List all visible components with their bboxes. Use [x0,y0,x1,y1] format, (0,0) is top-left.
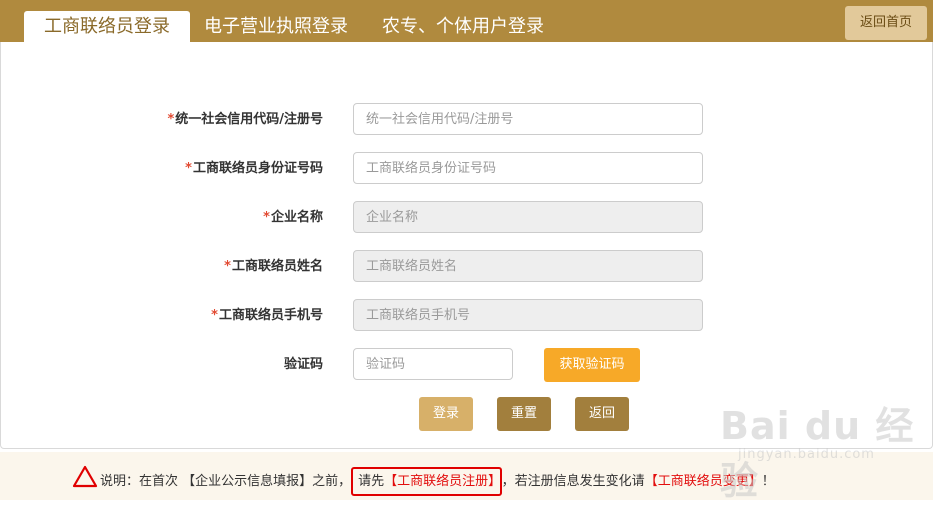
notice-text: 说明：在首次 【企业公示信息填报】之前， 请先【工商联络员注册】 ，若注册信息发生变… [100,467,775,496]
register-highlight-box: 请先【工商联络员注册】 [351,467,502,496]
form-row-captcha: 验证码 获取验证码 [0,348,933,382]
tab-liaison-login[interactable]: 工商联络员登录 [24,11,190,42]
form-row-id-number: *工商联络员身份证号码 [0,152,933,186]
credit-code-label: *统一社会信用代码/注册号 [167,103,323,137]
reset-button[interactable]: 重置 [497,397,551,431]
notice-prefix: 说明：在首次 【企业公示信息填报】之前， [100,474,352,489]
required-mark: * [211,308,218,323]
top-tab-bar: 工商联络员登录 电子营业执照登录 农专、个体用户登录 返回首页 [0,0,933,42]
liaison-phone-label: *工商联络员手机号 [211,299,323,333]
return-home-button[interactable]: 返回首页 [845,6,927,40]
notice-middle: ，若注册信息发生变化请 [501,474,645,489]
notice-suffix: ！ [761,474,775,489]
notice-register-pre: 请先 [358,474,385,489]
id-number-input[interactable] [353,152,703,184]
back-button[interactable]: 返回 [575,397,629,431]
company-name-input [353,201,703,233]
liaison-name-label-text: 工商联络员姓名 [231,259,323,274]
company-name-label-text: 企业名称 [270,210,323,225]
captcha-input[interactable] [353,348,513,380]
login-button[interactable]: 登录 [419,397,473,431]
liaison-name-input [353,250,703,282]
form-row-liaison-name: *工商联络员姓名 [0,250,933,284]
liaison-register-link[interactable]: 【工商联络员注册】 [384,474,495,489]
form-row-liaison-phone: *工商联络员手机号 [0,299,933,333]
id-number-label: *工商联络员身份证号码 [185,152,323,186]
required-mark: * [185,161,192,176]
liaison-phone-label-text: 工商联络员手机号 [218,308,323,323]
liaison-name-label: *工商联络员姓名 [224,250,323,284]
liaison-phone-input [353,299,703,331]
form-row-credit-code: *统一社会信用代码/注册号 [0,103,933,137]
id-number-label-text: 工商联络员身份证号码 [192,161,323,176]
required-mark: * [224,259,231,274]
notice-footer: 说明：在首次 【企业公示信息填报】之前， 请先【工商联络员注册】 ，若注册信息发生变… [0,452,933,500]
required-mark: * [263,210,270,225]
warning-triangle-icon [72,465,98,488]
tab-e-license-login[interactable]: 电子营业执照登录 [204,11,348,42]
tab-farmer-individual-login[interactable]: 农专、个体用户登录 [382,11,544,42]
company-name-label: *企业名称 [263,201,323,235]
required-mark: * [167,112,175,127]
get-captcha-button[interactable]: 获取验证码 [544,348,640,382]
form-row-company-name: *企业名称 [0,201,933,235]
liaison-change-link[interactable]: 【工商联络员变更】 [645,474,762,489]
credit-code-input[interactable] [353,103,703,135]
credit-code-label-text: 统一社会信用代码/注册号 [175,112,323,127]
captcha-label: 验证码 [283,357,323,372]
